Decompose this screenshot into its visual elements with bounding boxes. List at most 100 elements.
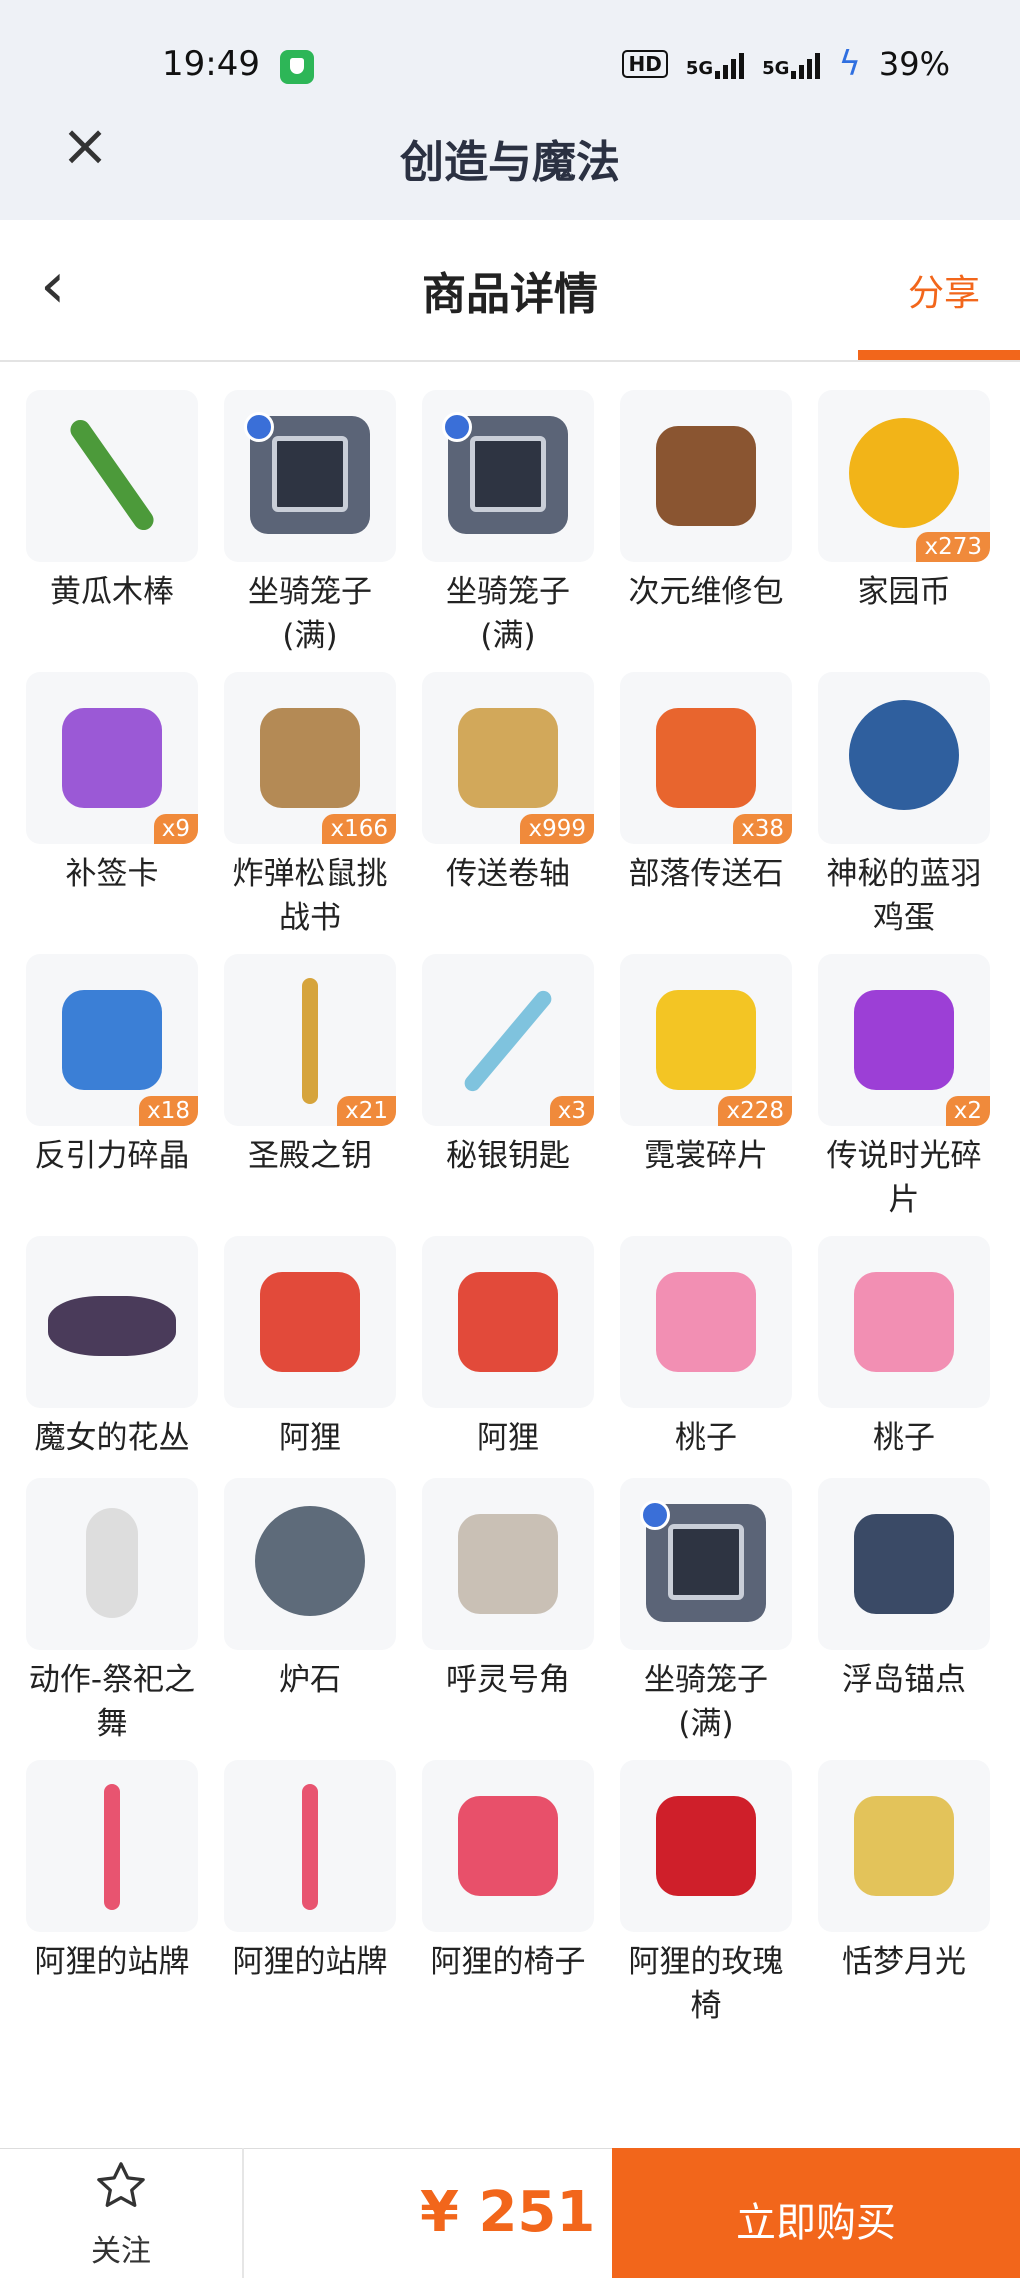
item-thumbnail <box>422 1236 594 1408</box>
wanted-scroll-icon <box>260 708 360 808</box>
signal-5g-icon-2: 5G <box>762 49 821 79</box>
item-thumbnail: x999 <box>422 672 594 844</box>
price: ¥ 251 <box>420 2180 596 2245</box>
item-name: 桃子 <box>675 1420 737 1456</box>
item-card[interactable]: 呼灵号角 <box>422 1478 594 1702</box>
item-card[interactable]: 阿狸的站牌 <box>224 1760 396 1984</box>
item-card[interactable]: 炉石 <box>224 1478 396 1702</box>
item-name: 坐骑笼子(满) <box>248 574 372 654</box>
item-card[interactable]: x2 传说时光碎片 <box>818 954 990 1222</box>
cage-window-icon <box>668 1524 744 1600</box>
rose-icon <box>656 1796 756 1896</box>
item-card[interactable]: x3 秘银钥匙 <box>422 954 594 1178</box>
bunny-icon <box>854 1272 954 1372</box>
item-thumbnail <box>26 1236 198 1408</box>
charging-bolt-icon: ϟ <box>838 44 861 84</box>
item-card[interactable]: x166 炸弹松鼠挑战书 <box>224 672 396 940</box>
item-name: 阿狸的站牌 <box>232 1944 388 1980</box>
quantity-badge: x18 <box>139 1096 198 1126</box>
quantity-badge: x273 <box>916 532 990 562</box>
item-card[interactable]: x999 传送卷轴 <box>422 672 594 896</box>
item-card[interactable]: 浮岛锚点 <box>818 1478 990 1702</box>
item-thumbnail: x273 <box>818 390 990 562</box>
item-thumbnail <box>224 1236 396 1408</box>
quantity-badge: x999 <box>520 814 594 844</box>
item-card[interactable]: 阿狸 <box>224 1236 396 1460</box>
item-card[interactable]: x18 反引力碎晶 <box>26 954 198 1178</box>
battery-level: 39% <box>878 45 950 83</box>
item-card[interactable]: 坐骑笼子(满) <box>224 390 396 658</box>
scroll-icon <box>458 708 558 808</box>
item-name: 神秘的蓝羽鸡蛋 <box>826 856 982 936</box>
item-name: 坐骑笼子(满) <box>644 1662 768 1742</box>
item-name: 阿狸的玫瑰椅 <box>628 1944 784 2024</box>
item-card[interactable]: x228 霓裳碎片 <box>620 954 792 1178</box>
item-thumbnail <box>422 390 594 562</box>
item-card[interactable]: 阿狸 <box>422 1236 594 1460</box>
hearthstone-icon <box>255 1506 365 1616</box>
item-name: 传说时光碎片 <box>826 1138 982 1218</box>
ali-lion-icon <box>458 1272 558 1372</box>
item-thumbnail <box>26 1760 198 1932</box>
item-thumbnail <box>224 390 396 562</box>
bunny-icon <box>656 1272 756 1372</box>
item-name: 桃子 <box>873 1420 935 1456</box>
item-card[interactable]: x21 圣殿之钥 <box>224 954 396 1178</box>
item-card[interactable]: x38 部落传送石 <box>620 672 792 896</box>
mount-tag-icon <box>640 1500 670 1530</box>
item-thumbnail <box>422 1760 594 1932</box>
quantity-badge: x38 <box>733 814 792 844</box>
item-name: 浮岛锚点 <box>842 1662 966 1698</box>
share-underline <box>858 350 1020 360</box>
item-card[interactable]: 阿狸的玫瑰椅 <box>620 1760 792 2028</box>
item-card[interactable]: 桃子 <box>620 1236 792 1460</box>
item-card[interactable]: 动作-祭祀之舞 <box>26 1478 198 1746</box>
item-thumbnail: x38 <box>620 672 792 844</box>
item-card[interactable]: 黄瓜木棒 <box>26 390 198 614</box>
app-title: 创造与魔法 <box>400 137 620 188</box>
item-name: 阿狸的站牌 <box>34 1944 190 1980</box>
item-card[interactable]: 次元维修包 <box>620 390 792 614</box>
follow-label: 关注 <box>91 2234 151 2269</box>
item-thumbnail <box>422 1478 594 1650</box>
item-thumbnail <box>224 1760 396 1932</box>
star-icon <box>97 2162 145 2207</box>
item-card[interactable]: 魔女的花丛 <box>26 1236 198 1460</box>
item-card[interactable]: 坐骑笼子(满) <box>620 1478 792 1746</box>
item-name: 恬梦月光 <box>842 1944 966 1980</box>
ticket-icon <box>62 708 162 808</box>
item-name: 呼灵号角 <box>446 1662 570 1698</box>
item-card[interactable]: x273 家园币 <box>818 390 990 614</box>
item-card[interactable]: 桃子 <box>818 1236 990 1460</box>
item-name: 反引力碎晶 <box>34 1138 190 1174</box>
share-button[interactable]: 分享 <box>908 264 980 316</box>
horn-icon <box>458 1514 558 1614</box>
item-thumbnail: x9 <box>26 672 198 844</box>
divider <box>242 2148 244 2278</box>
quantity-badge: x2 <box>945 1096 990 1126</box>
item-card[interactable]: 神秘的蓝羽鸡蛋 <box>818 672 990 940</box>
item-name: 阿狸的椅子 <box>430 1944 586 1980</box>
item-thumbnail <box>26 390 198 562</box>
follow-button[interactable]: 关注 <box>0 2148 242 2278</box>
item-thumbnail: x166 <box>224 672 396 844</box>
signal-5g-icon: 5G <box>686 49 745 79</box>
sign-icon <box>104 1784 120 1910</box>
ali-lion-icon <box>260 1272 360 1372</box>
teleport-stone-icon <box>656 708 756 808</box>
item-name: 部落传送石 <box>628 856 784 892</box>
item-thumbnail <box>26 1478 198 1650</box>
item-card[interactable]: 坐骑笼子(满) <box>422 390 594 658</box>
moon-bed-icon <box>854 1796 954 1896</box>
gold-coin-icon <box>849 418 959 528</box>
gold-key-icon <box>302 978 318 1104</box>
item-card[interactable]: 阿狸的椅子 <box>422 1760 594 1984</box>
item-card[interactable]: 恬梦月光 <box>818 1760 990 1984</box>
item-name: 补签卡 <box>65 856 159 892</box>
item-card[interactable]: x9 补签卡 <box>26 672 198 896</box>
crystal-icon <box>62 990 162 1090</box>
status-indicators: HD 5G 5G ϟ 39% <box>622 44 950 84</box>
item-card[interactable]: 阿狸的站牌 <box>26 1760 198 1984</box>
item-thumbnail: x18 <box>26 954 198 1126</box>
buy-now-label[interactable]: 立即购买 <box>612 2190 1020 2248</box>
